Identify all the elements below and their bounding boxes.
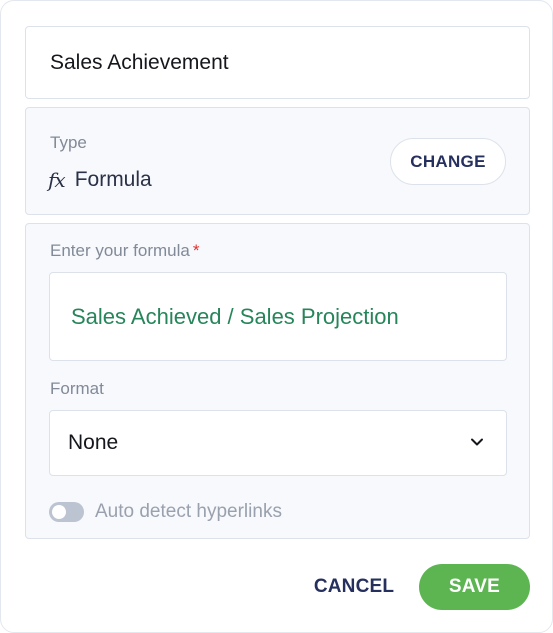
hyperlink-toggle-label: Auto detect hyperlinks xyxy=(95,501,282,522)
type-panel: Type fx Formula CHANGE xyxy=(25,107,530,215)
hyperlink-toggle[interactable] xyxy=(49,502,84,522)
hyperlink-toggle-row: Auto detect hyperlinks xyxy=(49,501,282,523)
formula-input[interactable]: Sales Achieved / Sales Projection xyxy=(49,272,507,361)
formula-label: Enter your formula * xyxy=(50,241,199,261)
field-editor-dialog: Sales Achievement Type fx Formula CHANGE… xyxy=(0,0,553,633)
format-select[interactable]: None xyxy=(49,410,507,476)
fx-icon: fx xyxy=(48,168,66,192)
field-name-value: Sales Achievement xyxy=(50,50,229,74)
formula-expression: Sales Achieved / Sales Projection xyxy=(71,303,399,329)
formula-label-text: Enter your formula xyxy=(50,241,190,260)
save-button[interactable]: SAVE xyxy=(419,564,530,610)
format-selected-value: None xyxy=(68,431,119,454)
formula-panel: Enter your formula * Sales Achieved / Sal… xyxy=(25,223,530,539)
toggle-knob xyxy=(52,505,66,519)
type-value-row: fx Formula xyxy=(48,168,152,192)
field-name-input[interactable]: Sales Achievement xyxy=(25,26,530,99)
required-marker: * xyxy=(192,241,200,260)
change-type-button[interactable]: CHANGE xyxy=(390,138,506,185)
type-label: Type xyxy=(50,133,87,152)
cancel-button[interactable]: CANCEL xyxy=(301,564,407,610)
chevron-down-icon xyxy=(471,438,483,446)
type-value: Formula xyxy=(74,168,152,191)
format-label: Format xyxy=(50,379,104,398)
